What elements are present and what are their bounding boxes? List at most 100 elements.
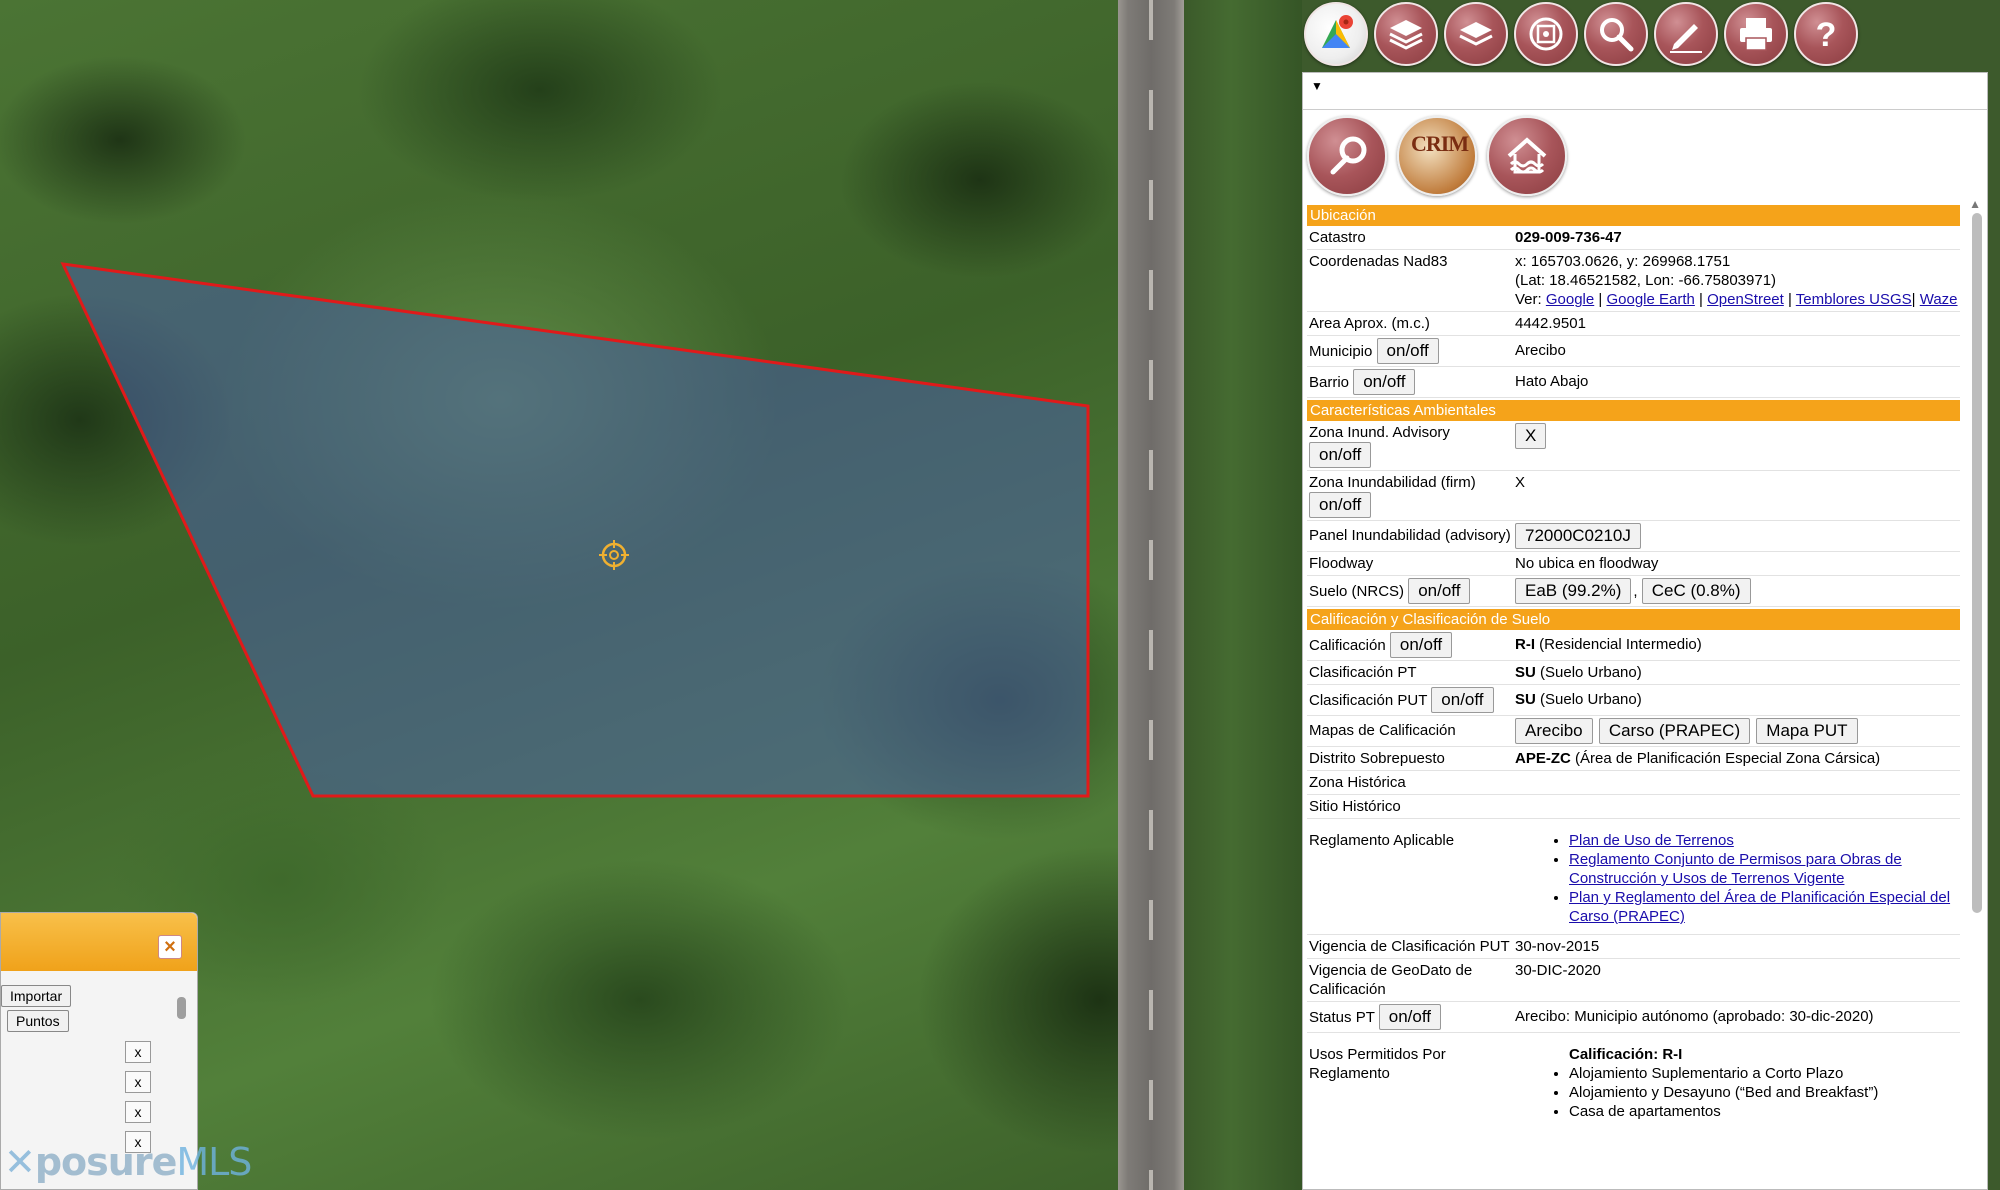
row-zona-firm: Zona Inundabilidad (firm) on/off X <box>1307 471 1960 521</box>
row-sitio-historico: Sitio Histórico <box>1307 795 1960 819</box>
zona-firm-toggle-button[interactable]: on/off <box>1309 492 1372 518</box>
gps-icon[interactable] <box>1514 2 1578 66</box>
row-vigencia-put: Vigencia de Clasificación PUT 30-nov-201… <box>1307 935 1960 959</box>
layers-icon[interactable] <box>1374 2 1438 66</box>
close-icon[interactable]: × <box>158 935 182 959</box>
barrio-toggle-button[interactable]: on/off <box>1353 369 1416 395</box>
importar-button[interactable]: Importar <box>1 985 72 1007</box>
row-mapas: Mapas de Calificación Arecibo Carso (PRA… <box>1307 716 1960 747</box>
link-temblores-usgs[interactable]: Temblores USGS <box>1796 291 1912 308</box>
row-area: Area Aprox. (m.c.) 4442.9501 <box>1307 312 1960 336</box>
label-clasificacion-put: Clasificación PUT <box>1309 692 1428 709</box>
remove-point-button[interactable]: x <box>125 1041 151 1063</box>
link-google-earth[interactable]: Google Earth <box>1606 291 1694 308</box>
label-floodway: Floodway <box>1309 555 1374 572</box>
zona-advisory-toggle-button[interactable]: on/off <box>1309 442 1372 468</box>
distrito-code: APE-ZC <box>1515 750 1571 767</box>
parcel-polygon[interactable] <box>60 262 1090 798</box>
puntos-button[interactable]: Puntos <box>7 1010 69 1032</box>
remove-point-button[interactable]: x <box>125 1071 151 1093</box>
dialog-scrollbar[interactable] <box>177 997 186 1019</box>
section-ubicacion: Ubicación <box>1307 205 1960 226</box>
row-distrito: Distrito Sobrepuesto APE-ZC (Área de Pla… <box>1307 747 1960 771</box>
mapa-put-button[interactable]: Mapa PUT <box>1756 718 1858 744</box>
panel-scrollbar[interactable] <box>1972 213 1982 913</box>
link-icon[interactable] <box>1307 116 1387 196</box>
row-catastro: Catastro 029-009-736-47 <box>1307 226 1960 250</box>
label-vigencia-put: Vigencia de Clasificación PUT <box>1309 938 1510 955</box>
suelo-toggle-button[interactable]: on/off <box>1408 578 1471 604</box>
value-catastro: 029-009-736-47 <box>1515 229 1622 246</box>
dialog-header: × <box>1 913 197 971</box>
label-distrito: Distrito Sobrepuesto <box>1309 750 1445 767</box>
mapa-carso-button[interactable]: Carso (PRAPEC) <box>1598 718 1751 744</box>
scroll-up-arrow-icon[interactable]: ▲ <box>1969 197 1981 211</box>
label-vigencia-geodato: Vigencia de GeoDato de Calificación <box>1309 962 1473 998</box>
label-area: Area Aprox. (m.c.) <box>1309 315 1430 332</box>
edit-icon[interactable] <box>1654 2 1718 66</box>
row-panel-inundabilidad: Panel Inundabilidad (advisory) 72000C021… <box>1307 521 1960 552</box>
value-status-pt: Arecibo: Municipio autónomo (aprobado: 3… <box>1515 1008 1874 1025</box>
flood-house-icon[interactable] <box>1487 116 1567 196</box>
link-google[interactable]: Google <box>1546 291 1594 308</box>
watermark-accent: MLS <box>176 1140 252 1184</box>
row-zona-historica: Zona Histórica <box>1307 771 1960 795</box>
suelo-eab-button[interactable]: EaB (99.2%) <box>1515 578 1632 604</box>
label-zona-firm: Zona Inundabilidad (firm) <box>1309 474 1476 491</box>
calificacion-toggle-button[interactable]: on/off <box>1389 632 1453 658</box>
parcel-info-panel: ▼ CRIM ▲ Ubicación Catastro 029-009-736-… <box>1302 72 1988 1190</box>
row-floodway: Floodway No ubica en floodway <box>1307 552 1960 576</box>
svg-text:?: ? <box>1816 16 1837 54</box>
parcel-details: Ubicación Catastro 029-009-736-47 Coorde… <box>1307 203 1960 1123</box>
label-usos: Usos Permitidos Por Reglamento <box>1309 1046 1446 1082</box>
row-zona-advisory: Zona Inund. Advisory on/off X <box>1307 421 1960 471</box>
row-reglamento: Reglamento Aplicable Plan de Uso de Terr… <box>1307 819 1960 935</box>
uso-item: Casa de apartamentos <box>1569 1102 1960 1121</box>
uso-item: Alojamiento y Desayuno (“Bed and Breakfa… <box>1569 1083 1960 1102</box>
municipio-toggle-button[interactable]: on/off <box>1376 338 1439 364</box>
value-floodway: No ubica en floodway <box>1515 555 1659 572</box>
panel-header: ▼ <box>1303 73 1987 110</box>
link-reglamento-conjunto[interactable]: Reglamento Conjunto de Permisos para Obr… <box>1569 851 1902 887</box>
link-plan-uso-terrenos[interactable]: Plan de Uso de Terrenos <box>1569 832 1734 849</box>
clasificacion-put-code: SU <box>1515 691 1536 708</box>
uso-item: Alojamiento Suplementario a Corto Plazo <box>1569 1064 1960 1083</box>
link-openstreet[interactable]: OpenStreet <box>1707 291 1784 308</box>
label-panel-inundabilidad: Panel Inundabilidad (advisory) <box>1309 527 1511 544</box>
label-zona-advisory: Zona Inund. Advisory <box>1309 424 1450 441</box>
row-barrio: Barrio on/off Hato Abajo <box>1307 367 1960 398</box>
label-reglamento: Reglamento Aplicable <box>1309 832 1455 849</box>
remove-point-button[interactable]: x <box>125 1101 151 1123</box>
label-coordenadas: Coordenadas Nad83 <box>1309 253 1448 270</box>
section-calificacion: Calificación y Clasificación de Suelo <box>1307 609 1960 630</box>
mapa-arecibo-button[interactable]: Arecibo <box>1515 718 1593 744</box>
crosshair-icon <box>599 540 629 570</box>
crim-logo-icon[interactable]: CRIM <box>1397 116 1477 196</box>
search-icon[interactable] <box>1584 2 1648 66</box>
row-suelo: Suelo (NRCS) on/off EaB (99.2%), CeC (0.… <box>1307 576 1960 607</box>
print-icon[interactable] <box>1724 2 1788 66</box>
clasificacion-put-desc: (Suelo Urbano) <box>1540 691 1642 708</box>
layers-alt-icon[interactable] <box>1444 2 1508 66</box>
label-sitio-historico: Sitio Histórico <box>1309 798 1401 815</box>
row-clasificacion-put: Clasificación PUT on/off SU (Suelo Urban… <box>1307 685 1960 716</box>
label-suelo: Suelo (NRCS) <box>1309 583 1405 600</box>
status-pt-toggle-button[interactable]: on/off <box>1378 1004 1441 1030</box>
collapse-arrow-icon[interactable]: ▼ <box>1311 79 1323 93</box>
link-waze[interactable]: Waze <box>1920 291 1958 308</box>
clasificacion-put-toggle-button[interactable]: on/off <box>1431 687 1494 713</box>
help-icon[interactable]: ? <box>1794 2 1858 66</box>
row-calificacion: Calificación on/off R-I (Residencial Int… <box>1307 630 1960 661</box>
row-vigencia-geodato: Vigencia de GeoDato de Calificación 30-D… <box>1307 959 1960 1002</box>
label-zona-historica: Zona Histórica <box>1309 774 1406 791</box>
panel-inundabilidad-button[interactable]: 72000C0210J <box>1515 523 1641 549</box>
google-maps-icon[interactable] <box>1304 2 1368 66</box>
suelo-cec-button[interactable]: CeC (0.8%) <box>1641 578 1751 604</box>
panel-shortcut-icons: CRIM <box>1303 110 1987 200</box>
label-mapas: Mapas de Calificación <box>1309 722 1456 739</box>
zona-advisory-value-button[interactable]: X <box>1515 423 1547 449</box>
calificacion-desc: (Residencial Intermedio) <box>1539 636 1702 653</box>
label-status-pt: Status PT <box>1309 1009 1375 1026</box>
link-prapec[interactable]: Plan y Reglamento del Área de Planificac… <box>1569 889 1950 925</box>
value-area: 4442.9501 <box>1515 315 1586 332</box>
